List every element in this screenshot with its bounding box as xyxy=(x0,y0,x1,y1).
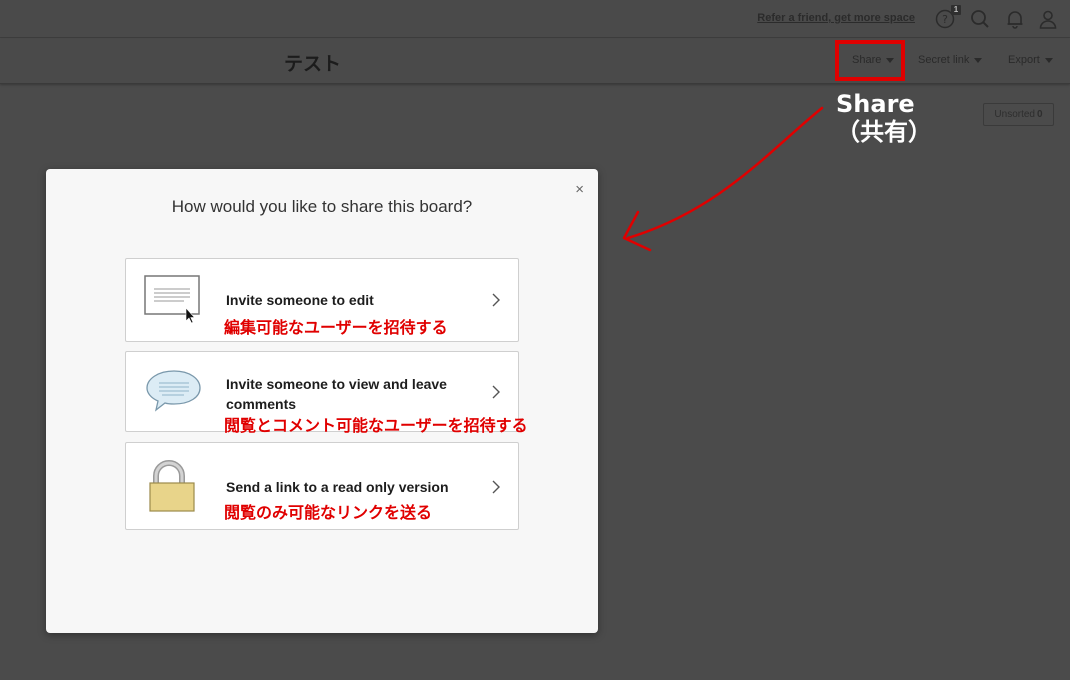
chevron-right-icon xyxy=(492,385,500,399)
board-title[interactable]: テスト xyxy=(284,49,341,76)
option-jp-annotation: 閲覧のみ可能なリンクを送る xyxy=(224,503,433,522)
account-button[interactable] xyxy=(1037,8,1059,30)
caret-down-icon xyxy=(1044,57,1053,63)
search-button[interactable] xyxy=(969,8,991,30)
refer-friend-link[interactable]: Refer a friend, get more space xyxy=(757,12,915,24)
document-cursor-icon xyxy=(144,275,200,324)
share-highlight-box xyxy=(835,40,905,81)
unsorted-count: 0 xyxy=(1037,109,1043,120)
invite-edit-option[interactable]: Invite someone to edit 編集可能なユーザーを招待する xyxy=(125,258,519,342)
caret-down-icon xyxy=(974,57,983,63)
dialog-title: How would you like to share this board? xyxy=(171,197,473,216)
option-label: Invite someone to edit xyxy=(226,292,374,308)
search-icon xyxy=(971,10,989,28)
board-header: テスト Share Secret link Export xyxy=(0,39,1070,84)
share-dialog: × How would you like to share this board… xyxy=(46,169,598,633)
help-button[interactable]: ? 1 xyxy=(934,5,961,30)
share-annotation-line2: （共有） xyxy=(836,118,932,146)
option-jp-annotation: 編集可能なユーザーを招待する xyxy=(224,318,448,337)
svg-text:?: ? xyxy=(942,13,948,26)
secret-link-button[interactable]: Secret link xyxy=(918,54,983,66)
option-label: Send a link to a read only version xyxy=(226,479,449,495)
share-annotation-line1: Share xyxy=(836,90,915,118)
read-only-link-option[interactable]: Send a link to a read only version 閲覧のみ可… xyxy=(125,442,519,530)
option-jp-annotation: 閲覧とコメント可能なユーザーを招待する xyxy=(224,416,528,435)
export-label: Export xyxy=(1008,54,1040,66)
bell-icon xyxy=(1007,11,1023,29)
top-bar: Refer a friend, get more space ? 1 xyxy=(0,0,1070,38)
option-label: Invite someone to view and leave comment… xyxy=(226,376,447,412)
user-icon xyxy=(1039,10,1057,29)
export-button[interactable]: Export xyxy=(1008,54,1053,66)
speech-bubble-icon xyxy=(146,370,201,412)
invite-view-comment-option[interactable]: Invite someone to view and leave comment… xyxy=(125,351,528,435)
notifications-button[interactable] xyxy=(1004,8,1026,30)
close-icon[interactable]: × xyxy=(575,181,584,198)
secret-link-label: Secret link xyxy=(918,54,970,66)
help-badge: 1 xyxy=(951,5,961,15)
padlock-icon xyxy=(149,460,195,512)
share-annotation: Share （共有） xyxy=(836,90,932,146)
unsorted-button[interactable]: Unsorted 0 xyxy=(983,103,1054,126)
chevron-right-icon xyxy=(492,480,500,494)
chevron-right-icon xyxy=(492,293,500,307)
unsorted-label: Unsorted xyxy=(994,109,1035,120)
